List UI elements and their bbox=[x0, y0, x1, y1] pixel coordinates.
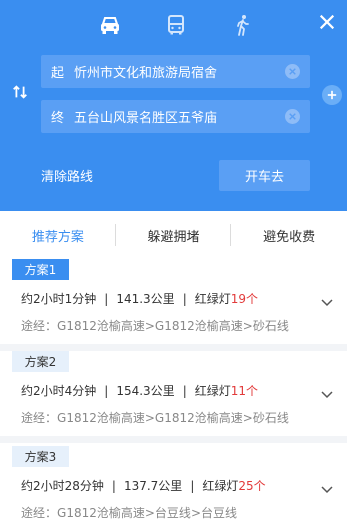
route-plan-1[interactable]: 方案1 约2小时1分钟 | 141.3公里 | 红绿灯19个 途经：G1812沧榆高速>… bbox=[0, 259, 347, 344]
tab-label: 躲避拥堵 bbox=[147, 229, 200, 245]
clear-icon bbox=[289, 113, 296, 120]
walk-mode-button[interactable] bbox=[229, 11, 257, 39]
plan-summary: 约2小时1分钟 | 141.3公里 | 红绿灯19个 bbox=[21, 290, 258, 307]
arrow-separator: > bbox=[144, 411, 155, 425]
pipe-separator: | bbox=[111, 479, 116, 493]
traffic-lights-count: 11个 bbox=[230, 384, 259, 398]
via-road: 台豆线 bbox=[201, 506, 238, 520]
via-label: 途经： bbox=[21, 411, 58, 425]
via-road: G1812沧榆高速 bbox=[57, 411, 145, 425]
via-road: G1812沧榆高速 bbox=[57, 506, 145, 520]
chevron-down-icon[interactable] bbox=[320, 296, 334, 310]
start-field[interactable]: 起 忻州市文化和旅游局宿舍 bbox=[41, 55, 310, 88]
car-mode-button[interactable] bbox=[96, 11, 124, 39]
arrow-separator: > bbox=[242, 319, 253, 333]
traffic-lights-label: 红绿灯 bbox=[202, 479, 239, 493]
chevron-down-icon[interactable] bbox=[320, 388, 334, 402]
swap-icon bbox=[13, 85, 27, 99]
end-value: 五台山风景名胜区五爷庙 bbox=[74, 111, 218, 126]
add-waypoint-button[interactable] bbox=[322, 85, 342, 105]
pipe-separator: | bbox=[104, 292, 109, 306]
arrow-separator: > bbox=[242, 411, 253, 425]
plan-distance: 141.3公里 bbox=[116, 292, 175, 306]
pipe-separator: | bbox=[182, 292, 187, 306]
traffic-lights-label: 红绿灯 bbox=[194, 384, 231, 398]
plan-via: 途经：G1812沧榆高速>台豆线>台豆线 bbox=[21, 504, 237, 521]
via-label: 途经： bbox=[21, 319, 58, 333]
plan-label: 方案2 bbox=[12, 351, 69, 372]
arrow-separator: > bbox=[144, 506, 155, 520]
section-divider bbox=[0, 436, 347, 443]
car-icon bbox=[101, 17, 119, 34]
start-value: 忻州市文化和旅游局宿舍 bbox=[74, 66, 218, 81]
route-header: 起 忻州市文化和旅游局宿舍 终 五台山风景名胜区五爷庙 清除路线 开车去 bbox=[0, 0, 347, 211]
close-icon bbox=[319, 14, 335, 30]
plan-summary: 约2小时28分钟 | 137.7公里 | 红绿灯25个 bbox=[21, 477, 266, 494]
via-road: G1812沧榆高速 bbox=[154, 319, 243, 333]
plan-label: 方案3 bbox=[12, 446, 69, 467]
section-divider bbox=[0, 344, 347, 351]
end-tag: 终 bbox=[51, 111, 65, 126]
plus-icon bbox=[327, 90, 337, 100]
plan-label: 方案1 bbox=[12, 259, 69, 280]
clear-icon bbox=[289, 68, 296, 75]
via-road: G1812沧榆高速 bbox=[57, 319, 145, 333]
clear-route-link[interactable]: 清除路线 bbox=[41, 166, 93, 185]
bus-mode-button[interactable] bbox=[162, 11, 190, 39]
plan-summary: 约2小时4分钟 | 154.3公里 | 红绿灯11个 bbox=[21, 382, 258, 399]
route-plan-3[interactable]: 方案3 约2小时28分钟 | 137.7公里 | 红绿灯25个 途经：G1812沧榆高速… bbox=[0, 446, 347, 528]
plan-via: 途经：G1812沧榆高速>G1812沧榆高速>砂石线 bbox=[21, 317, 289, 334]
clear-start-button[interactable] bbox=[285, 64, 300, 79]
end-field[interactable]: 终 五台山风景名胜区五爷庙 bbox=[41, 100, 310, 133]
plan-via: 途经：G1812沧榆高速>G1812沧榆高速>砂石线 bbox=[21, 409, 289, 426]
tab-label: 推荐方案 bbox=[31, 229, 84, 245]
tab-avoid-tolls[interactable]: 避免收费 bbox=[231, 211, 347, 259]
traffic-lights-label: 红绿灯 bbox=[194, 292, 231, 306]
via-road: 砂石线 bbox=[252, 411, 289, 425]
plan-time: 约2小时1分钟 bbox=[21, 292, 97, 306]
tab-recommended[interactable]: 推荐方案 bbox=[0, 211, 116, 259]
drive-button[interactable]: 开车去 bbox=[219, 160, 310, 191]
tab-label: 避免收费 bbox=[263, 229, 316, 245]
via-road: G1812沧榆高速 bbox=[154, 411, 243, 425]
route-plan-2[interactable]: 方案2 约2小时4分钟 | 154.3公里 | 红绿灯11个 途经：G1812沧榆高速>… bbox=[0, 351, 347, 436]
tab-avoid-congestion[interactable]: 躲避拥堵 bbox=[116, 211, 232, 259]
chevron-down-icon[interactable] bbox=[320, 483, 334, 497]
traffic-lights-count: 25个 bbox=[238, 479, 266, 493]
plan-time: 约2小时28分钟 bbox=[21, 479, 104, 493]
swap-button[interactable] bbox=[8, 80, 32, 104]
plan-time: 约2小时4分钟 bbox=[21, 384, 97, 398]
plan-distance: 137.7公里 bbox=[123, 479, 183, 493]
walk-icon bbox=[237, 15, 249, 36]
pipe-separator: | bbox=[182, 384, 187, 398]
start-tag: 起 bbox=[51, 66, 65, 81]
pipe-separator: | bbox=[190, 479, 195, 493]
pipe-separator: | bbox=[104, 384, 109, 398]
strategy-tabs: 推荐方案 躲避拥堵 避免收费 bbox=[0, 211, 347, 259]
clear-end-button[interactable] bbox=[285, 109, 300, 124]
plan-distance: 154.3公里 bbox=[116, 384, 175, 398]
bus-icon bbox=[168, 15, 184, 35]
via-road: 砂石线 bbox=[252, 319, 289, 333]
arrow-separator: > bbox=[190, 506, 201, 520]
via-road: 台豆线 bbox=[154, 506, 191, 520]
close-button[interactable] bbox=[313, 8, 341, 36]
via-label: 途经： bbox=[21, 506, 58, 520]
traffic-lights-count: 19个 bbox=[230, 292, 259, 306]
arrow-separator: > bbox=[144, 319, 155, 333]
